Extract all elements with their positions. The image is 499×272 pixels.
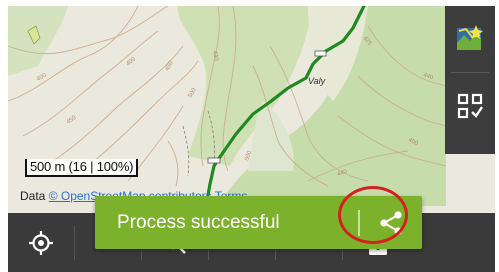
map-layers-button[interactable] <box>445 6 495 72</box>
gps-locate-icon <box>29 230 53 255</box>
toast-message: Process successful <box>117 211 280 233</box>
map-scale: 500 m (16 | 100%) <box>25 159 139 177</box>
place-label-valy: Valy <box>308 76 326 86</box>
map-screen: 400 450 400 450 500 430 440 425 400 440 … <box>8 6 495 272</box>
gps-locate-button[interactable] <box>8 213 74 272</box>
toast-notification: Process successful <box>95 196 422 249</box>
map-layers-icon <box>457 25 483 50</box>
right-toolbar <box>445 6 495 154</box>
dashboard-grid-icon <box>457 93 483 119</box>
attribution-prefix: Data <box>20 189 49 203</box>
dashboard-button[interactable] <box>445 73 495 139</box>
share-icon <box>380 210 402 235</box>
share-button[interactable] <box>360 196 422 249</box>
